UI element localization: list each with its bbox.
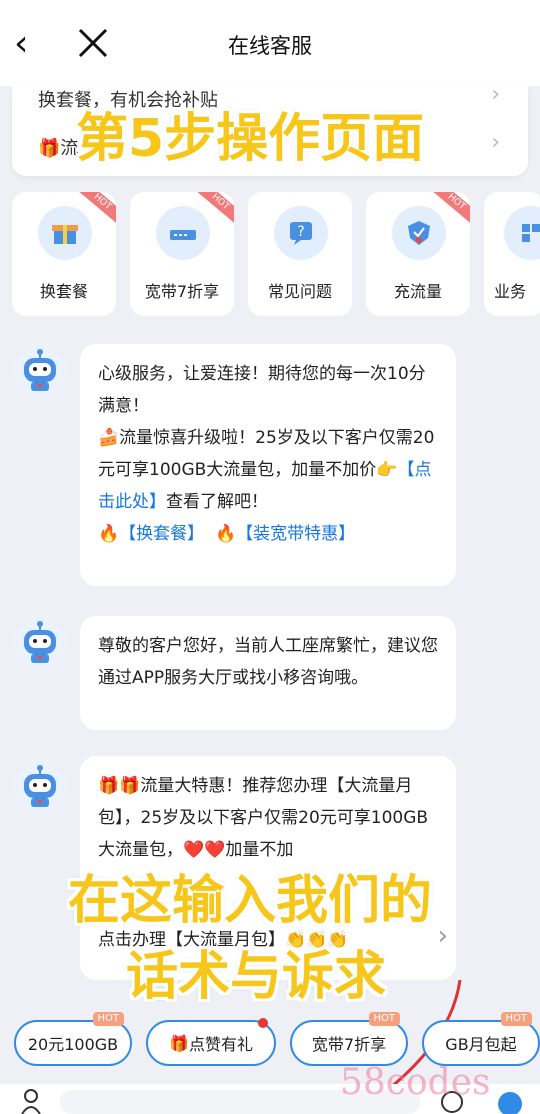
gift-icon: 🎁🎁: [98, 776, 141, 796]
gift-icon: 🎁: [169, 1033, 189, 1053]
pointing-hand-icon: 👉: [376, 460, 398, 480]
broadband-offer-link[interactable]: 【装宽带特惠】: [236, 524, 355, 544]
quick-entry-change-plan[interactable]: HOT 换套餐: [12, 192, 116, 316]
quick-entry-label: 宽带7折享: [144, 282, 220, 301]
quick-entry-broadband[interactable]: HOT 宽带7折享: [130, 192, 234, 316]
chip-like-gift[interactable]: 🎁 点赞有礼: [146, 1018, 276, 1066]
message-text: 🎁🎁流量大特惠！推荐您办理【大流量月包】，25岁及以下客户仅需20元可享100G…: [98, 776, 429, 860]
message-links: 🔥【换套餐】 🔥【装宽带特惠】: [98, 518, 438, 550]
bot-message-busy: 尊敬的客户您好，当前人工座席繁忙，建议您通过APP服务大厅或找小移咨询哦。: [80, 616, 456, 730]
message-text: 心级服务，让爱连接！期待您的每一次10分满意！: [98, 364, 426, 416]
bot-avatar: [14, 344, 66, 396]
hot-badge: HOT: [368, 1012, 400, 1026]
robot-icon: [24, 349, 56, 391]
user-icon[interactable]: [20, 1088, 42, 1114]
page-title: 在线客服: [228, 34, 312, 58]
router-icon: [156, 206, 210, 260]
quick-entry-label: 业务: [494, 282, 527, 301]
robot-icon: [24, 621, 56, 663]
gift-icon: 🎁: [38, 138, 61, 159]
chevron-right-icon: ›: [491, 82, 500, 107]
step-overlay-text: 第5步操作页面: [76, 109, 425, 169]
quick-entry-data-topup[interactable]: HOT 充流量: [366, 192, 470, 316]
top-bar: ‹ 在线客服: [0, 0, 540, 86]
heart-icon: ❤️❤️: [183, 840, 226, 860]
quick-entry-label: 充流量: [393, 282, 442, 301]
chip-20yuan-100gb[interactable]: 20元100GB HOT: [14, 1012, 132, 1066]
chevron-right-icon: ›: [491, 130, 500, 155]
notice-line-2[interactable]: 🎁流: [38, 134, 78, 160]
chip-monthly-gb[interactable]: GB月包起 HOT: [422, 1012, 540, 1066]
cake-icon: 🍰: [98, 428, 120, 448]
quick-entry-label: 换套餐: [39, 282, 88, 301]
bot-avatar: [14, 616, 66, 668]
plus-icon[interactable]: [496, 1090, 524, 1114]
message-text: 🍰流量惊喜升级啦！25岁及以下客户仅需20元可享100GB大流量包，加量不加价👉…: [98, 428, 435, 512]
chip-broadband-discount[interactable]: 宽带7折享 HOT: [290, 1012, 408, 1066]
quick-entry-faq[interactable]: ? 常见问题: [248, 192, 352, 316]
hint-overlay-line-1: 在这输入我们的: [68, 871, 433, 931]
robot-icon: [24, 765, 56, 807]
hot-badge: HOT: [92, 1012, 124, 1026]
quick-entry-row: HOT 换套餐 HOT 宽带7折享 ? 常见问题 HOT 充流量 业务: [0, 192, 540, 316]
help-icon: ?: [274, 206, 328, 260]
fire-icon: 🔥: [214, 524, 237, 544]
grid-icon: [504, 206, 540, 260]
watermark-logo: 58codes: [340, 1062, 491, 1103]
chevron-right-icon[interactable]: ›: [438, 920, 448, 952]
message-text: 尊敬的客户您好，当前人工座席繁忙，建议您通过APP服务大厅或找小移咨询哦。: [98, 636, 438, 688]
shield-icon: [392, 206, 446, 260]
svg-text:?: ?: [297, 224, 304, 240]
gift-icon: [38, 206, 92, 260]
bot-avatar: [14, 760, 66, 812]
quick-entry-label: 常见问题: [267, 282, 332, 301]
hot-badge: HOT: [500, 1012, 532, 1026]
red-dot-badge: [258, 1018, 268, 1028]
fire-icon: 🔥: [98, 524, 120, 544]
quick-entry-business[interactable]: 业务: [484, 192, 540, 316]
bot-message-welcome: 心级服务，让爱连接！期待您的每一次10分满意！ 🍰流量惊喜升级啦！25岁及以下客…: [80, 344, 456, 586]
change-plan-link[interactable]: 【换套餐】: [119, 524, 204, 544]
